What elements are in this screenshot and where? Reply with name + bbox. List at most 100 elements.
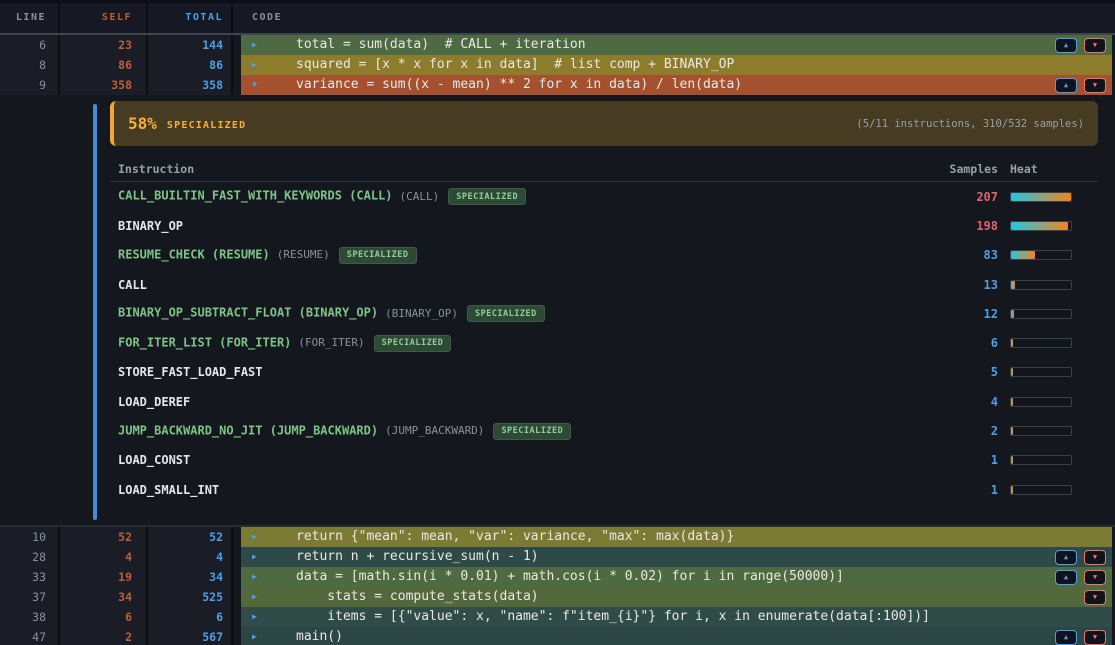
code-text: main() xyxy=(296,627,343,645)
heat-bar xyxy=(1010,397,1072,407)
instruction-name: RESUME_CHECK (RESUME)(RESUME)SPECIALIZED xyxy=(110,247,888,264)
instruction-name: CALL xyxy=(110,278,888,292)
expand-arrow-icon[interactable]: ▶ xyxy=(252,627,262,645)
table-row: 28 4 4 ▶ return n + recursive_sum(n - 1)… xyxy=(0,547,1115,567)
code-text: return {"mean": mean, "var": variance, "… xyxy=(296,527,734,547)
heat-bar-fill xyxy=(1011,339,1013,347)
table-row: 47 2 567 ▶ main() ▲ ▼ xyxy=(0,627,1115,645)
instruction-base-opcode: (BINARY_OP) xyxy=(385,307,458,320)
instruction-base-opcode: (RESUME) xyxy=(277,248,330,261)
expand-arrow-icon[interactable]: ▶ xyxy=(252,527,262,547)
table-row: 8 86 86 ▶ squared = [x * x for x in data… xyxy=(0,55,1115,75)
heat-bar xyxy=(1010,192,1072,202)
column-header-self: SELF xyxy=(60,3,148,33)
heat-bar-fill xyxy=(1011,222,1068,230)
table-row: 10 52 52 ▶ return {"mean": mean, "var": … xyxy=(0,527,1115,547)
heat-bar-fill xyxy=(1011,486,1013,494)
total-value: 144 xyxy=(148,35,233,55)
samples-value: 83 xyxy=(888,248,998,262)
expand-arrow-icon[interactable]: ▶ xyxy=(252,55,262,75)
row-buttons: ▲ ▼ xyxy=(1055,38,1106,53)
samples-value: 1 xyxy=(888,453,998,467)
total-value: 86 xyxy=(148,55,233,75)
total-value: 52 xyxy=(148,527,233,547)
jump-up-button[interactable]: ▲ xyxy=(1055,78,1077,93)
jump-down-button[interactable]: ▼ xyxy=(1084,78,1106,93)
jump-down-button[interactable]: ▼ xyxy=(1084,38,1106,53)
code-line-bar[interactable]: ▶ return n + recursive_sum(n - 1) ▲ ▼ xyxy=(241,547,1112,567)
instruction-opcode: RESUME_CHECK (RESUME) xyxy=(118,247,270,261)
self-value: 2 xyxy=(60,627,148,645)
instruction-name: CALL_BUILTIN_FAST_WITH_KEYWORDS (CALL)(C… xyxy=(110,188,888,205)
samples-value: 4 xyxy=(888,395,998,409)
code-line-bar[interactable]: ▶ total = sum(data) # CALL + iteration ▲… xyxy=(241,35,1112,55)
expand-arrow-icon[interactable]: ▶ xyxy=(252,587,262,607)
jump-down-button[interactable]: ▼ xyxy=(1084,570,1106,585)
expand-arrow-icon[interactable]: ▶ xyxy=(252,547,262,567)
jump-down-button[interactable]: ▼ xyxy=(1084,550,1106,565)
code-line-bar[interactable]: ▶ return {"mean": mean, "var": variance,… xyxy=(241,527,1112,547)
total-value: 525 xyxy=(148,587,233,607)
line-number: 47 xyxy=(0,627,60,645)
samples-value: 207 xyxy=(888,190,998,204)
heat-bar-fill xyxy=(1011,193,1071,201)
line-number: 38 xyxy=(0,607,60,627)
heat-bar xyxy=(1010,455,1072,465)
heat-bar xyxy=(1010,426,1072,436)
code-line-bar[interactable]: ▶ stats = compute_stats(data) ▼ xyxy=(241,587,1112,607)
specialized-percent: 58% xyxy=(128,114,157,133)
line-number: 9 xyxy=(0,75,60,95)
specialized-badge: SPECIALIZED xyxy=(493,423,571,440)
self-value: 19 xyxy=(60,567,148,587)
instruction-opcode: LOAD_CONST xyxy=(118,453,190,467)
line-number: 8 xyxy=(0,55,60,75)
code-text: variance = sum((x - mean) ** 2 for x in … xyxy=(296,75,742,95)
total-value: 567 xyxy=(148,627,233,645)
instruction-row: CALL_BUILTIN_FAST_WITH_KEYWORDS (CALL)(C… xyxy=(110,182,1098,211)
code-line-bar[interactable]: ▶ squared = [x * x for x in data] # list… xyxy=(241,55,1112,75)
instruction-opcode: BINARY_OP xyxy=(118,219,183,233)
specialized-badge: SPECIALIZED xyxy=(448,188,526,205)
instruction-rows: CALL_BUILTIN_FAST_WITH_KEYWORDS (CALL)(C… xyxy=(110,182,1098,504)
samples-value: 13 xyxy=(888,278,998,292)
line-number: 10 xyxy=(0,527,60,547)
expand-arrow-icon[interactable]: ▶ xyxy=(252,607,262,627)
panel-indent-bar xyxy=(93,104,97,520)
heat-bar xyxy=(1010,309,1072,319)
instruction-opcode: CALL_BUILTIN_FAST_WITH_KEYWORDS (CALL) xyxy=(118,189,393,203)
jump-up-button[interactable]: ▲ xyxy=(1055,630,1077,645)
expand-arrow-icon[interactable]: ▶ xyxy=(252,35,262,55)
instruction-row: RESUME_CHECK (RESUME)(RESUME)SPECIALIZED… xyxy=(110,241,1098,270)
line-number: 33 xyxy=(0,567,60,587)
jump-up-button[interactable]: ▲ xyxy=(1055,550,1077,565)
instruction-row: LOAD_DEREF 4 xyxy=(110,387,1098,416)
expand-arrow-icon[interactable]: ▼ xyxy=(252,75,262,95)
jump-down-button[interactable]: ▼ xyxy=(1084,590,1106,605)
code-line-bar[interactable]: ▶ main() ▲ ▼ xyxy=(241,627,1112,645)
specialized-label: SPECIALIZED xyxy=(167,120,246,131)
heat-bar-fill xyxy=(1011,251,1035,259)
instruction-name: FOR_ITER_LIST (FOR_ITER)(FOR_ITER)SPECIA… xyxy=(110,335,888,352)
code-text: return n + recursive_sum(n - 1) xyxy=(296,547,539,567)
code-line-bar[interactable]: ▶ items = [{"value": x, "name": f"item_{… xyxy=(241,607,1112,627)
expand-arrow-icon[interactable]: ▶ xyxy=(252,567,262,587)
jump-up-button[interactable]: ▲ xyxy=(1055,38,1077,53)
self-value: 34 xyxy=(60,587,148,607)
jump-up-button[interactable]: ▲ xyxy=(1055,570,1077,585)
table-row: 9 358 358 ▼ variance = sum((x - mean) **… xyxy=(0,75,1115,95)
code-text: total = sum(data) # CALL + iteration xyxy=(296,35,586,55)
code-rows-bottom: 10 52 52 ▶ return {"mean": mean, "var": … xyxy=(0,525,1115,645)
table-row: 33 19 34 ▶ data = [math.sin(i * 0.01) + … xyxy=(0,567,1115,587)
table-row: 38 6 6 ▶ items = [{"value": x, "name": f… xyxy=(0,607,1115,627)
instruction-row: STORE_FAST_LOAD_FAST 5 xyxy=(110,358,1098,387)
heat-bar xyxy=(1010,250,1072,260)
code-line-bar[interactable]: ▼ variance = sum((x - mean) ** 2 for x i… xyxy=(241,75,1112,95)
specialized-badge: SPECIALIZED xyxy=(467,305,545,322)
column-header-code: CODE xyxy=(233,3,1115,33)
instruction-opcode: LOAD_SMALL_INT xyxy=(118,483,219,497)
code-line-bar[interactable]: ▶ data = [math.sin(i * 0.01) + math.cos(… xyxy=(241,567,1112,587)
jump-down-button[interactable]: ▼ xyxy=(1084,630,1106,645)
samples-value: 12 xyxy=(888,307,998,321)
row-buttons: ▼ xyxy=(1084,590,1106,605)
samples-value: 1 xyxy=(888,483,998,497)
